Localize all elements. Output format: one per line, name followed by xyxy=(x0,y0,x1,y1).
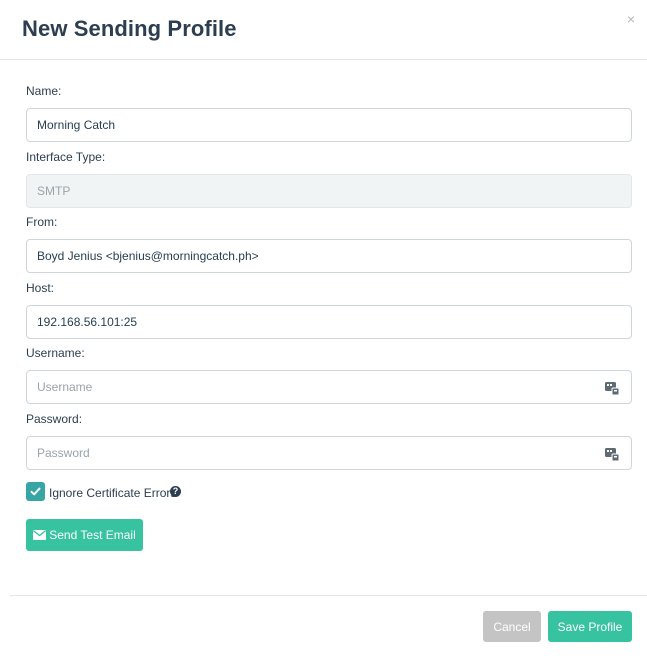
ignore-cert-label[interactable]: Ignore Certificate Errors xyxy=(49,486,176,500)
cancel-button[interactable]: Cancel xyxy=(483,611,541,642)
footer-divider xyxy=(10,595,647,596)
checkmark-icon xyxy=(30,487,41,496)
interface-type-label: Interface Type: xyxy=(26,150,106,164)
question-circle-icon[interactable]: ? xyxy=(170,486,181,497)
username-label: Username: xyxy=(26,346,85,360)
from-label: From: xyxy=(26,215,58,229)
ignore-cert-checkbox[interactable] xyxy=(26,482,45,501)
send-test-email-button[interactable]: Send Test Email xyxy=(26,519,143,551)
host-label: Host: xyxy=(26,281,55,295)
username-field[interactable] xyxy=(26,370,632,404)
password-label: Password: xyxy=(26,412,83,426)
password-field[interactable] xyxy=(26,436,632,470)
password-input[interactable] xyxy=(27,437,631,469)
envelope-icon xyxy=(33,529,47,540)
interface-type-input xyxy=(27,175,631,207)
host-field[interactable] xyxy=(26,305,632,339)
sending-profile-modal: New Sending Profile × Name: Interface Ty… xyxy=(0,0,647,665)
send-test-email-label: Send Test Email xyxy=(49,528,136,542)
from-field[interactable] xyxy=(26,239,632,273)
modal-header: New Sending Profile × xyxy=(0,0,647,60)
password-manager-icon[interactable] xyxy=(605,447,619,461)
host-input[interactable] xyxy=(27,306,631,338)
name-field[interactable] xyxy=(26,108,632,142)
interface-type-field xyxy=(26,174,632,208)
username-input[interactable] xyxy=(27,371,631,403)
name-input[interactable] xyxy=(27,109,631,141)
modal-title: New Sending Profile xyxy=(22,16,237,41)
name-label: Name: xyxy=(26,84,62,98)
close-button[interactable]: × xyxy=(627,12,635,26)
password-manager-icon[interactable] xyxy=(605,381,619,395)
save-profile-button[interactable]: Save Profile xyxy=(548,611,632,642)
from-input[interactable] xyxy=(27,240,631,272)
